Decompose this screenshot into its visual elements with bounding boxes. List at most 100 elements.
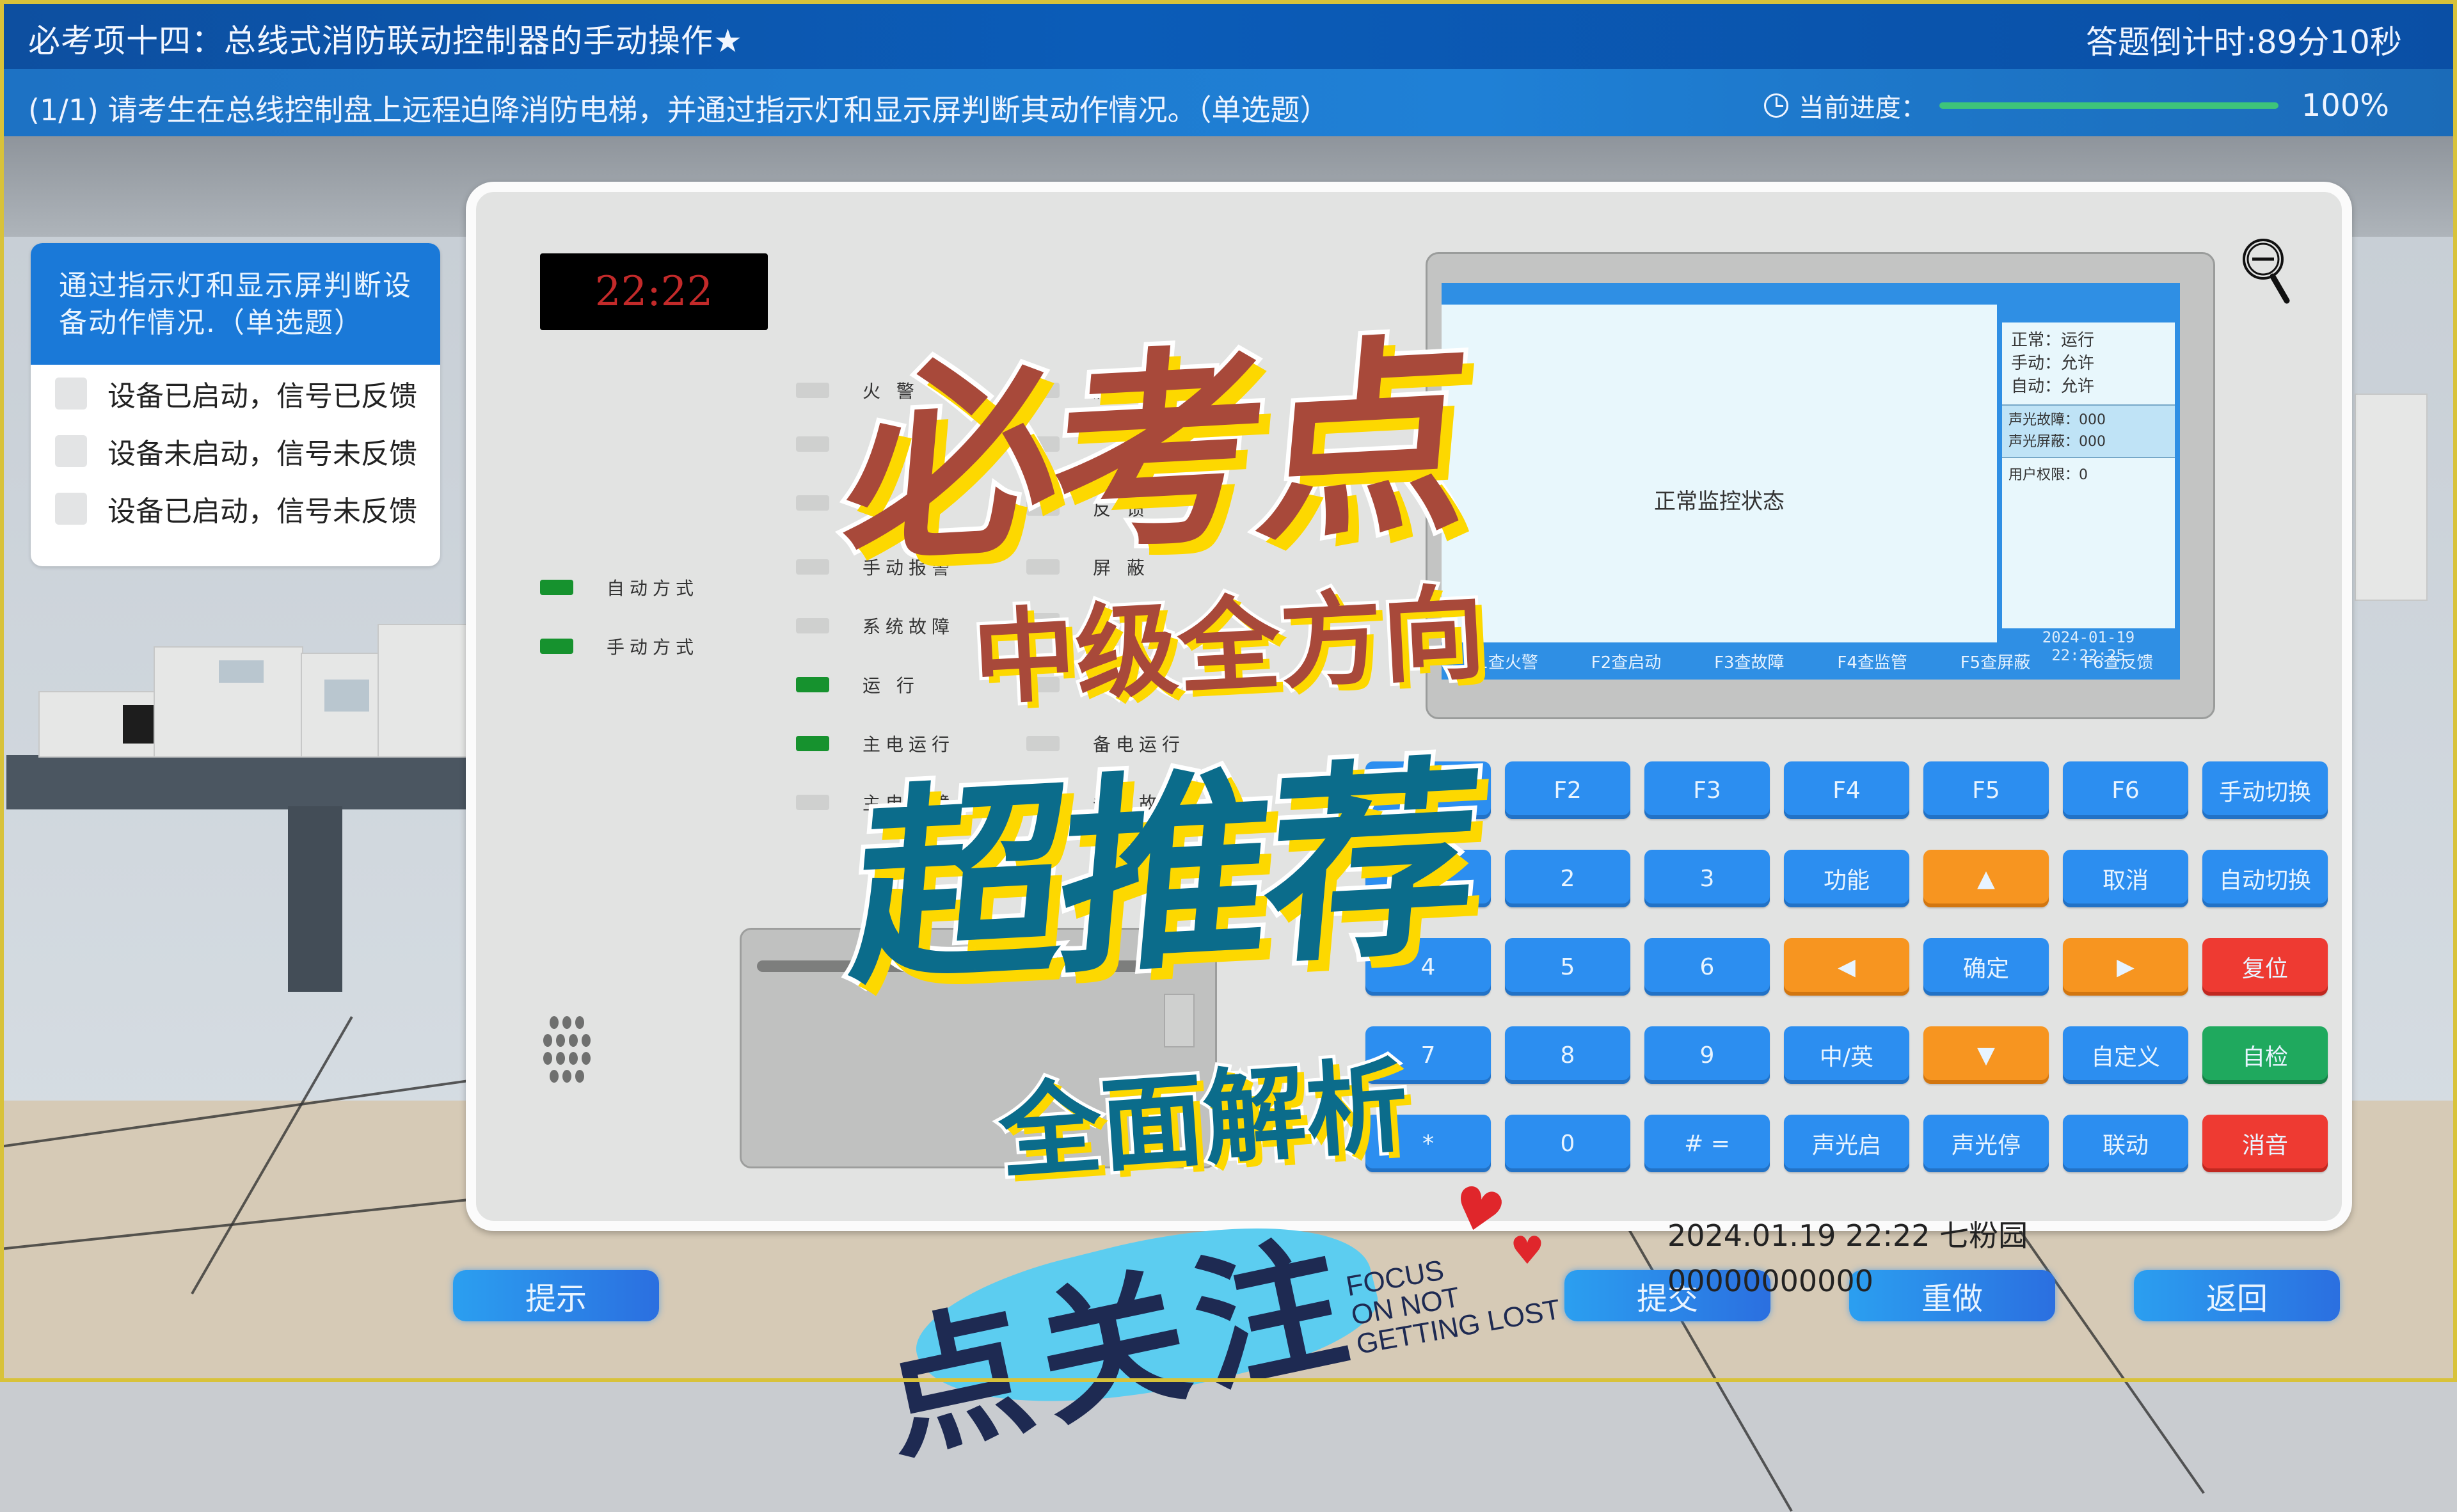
lcd-fkey-label: F6查反馈 (2083, 653, 2154, 672)
keypad: F1 F2 F3 F4 F5 F6 手动切换 1 2 3 功能 ▲ 取消 自动切换 4 5 6 ◀ 确定 ▶ 复位 7 8 9… (1365, 761, 2328, 1172)
indicator-manual-mode: 手动方式 (540, 633, 699, 659)
follow-sticker: 点关注 FOCUS ON NOT GETTING LOST ♥ ♥ (867, 1172, 1580, 1481)
equipment-cabinet (154, 646, 303, 758)
equipment-cabinet (2355, 394, 2428, 601)
led (796, 383, 829, 398)
overlay-headline: 必考点 (832, 310, 1481, 596)
countdown-timer: 答题倒计时:89分10秒 (2085, 24, 2402, 61)
indicator-panel.indicators_col1-4: 系统故障 (796, 613, 955, 639)
key-2-4[interactable]: 确定 (1923, 938, 2049, 996)
lcd-function-labels: F1查火警 F2查启动 F3查故障 F4查监管 F5查屏蔽 F6查反馈 (1442, 642, 2180, 680)
key-4-1[interactable]: 0 (1505, 1115, 1630, 1172)
option-label: 设备已启动，信号已反馈 (107, 380, 417, 413)
progress-bar (1939, 102, 2278, 109)
led (796, 677, 829, 692)
key-2-3[interactable]: ◀ (1784, 938, 1909, 996)
equipment-cabinet (38, 691, 169, 758)
key-2-6[interactable]: 复位 (2202, 938, 2328, 996)
key-2-1[interactable]: 5 (1505, 938, 1630, 996)
status-line: 自动：允许 (2011, 377, 2095, 396)
equipment-cabinet (378, 624, 470, 758)
led (540, 580, 573, 595)
question-card: 通过指示灯和显示屏判断设备动作情况.（单选题） 设备已启动，信号已反馈 设备未启… (31, 243, 440, 566)
option-label: 设备未启动，信号未反馈 (107, 438, 417, 470)
watermark-datetime: 2024.01.19 22:22 七粉园 (1667, 1218, 2028, 1253)
key-3-5[interactable]: 自定义 (2063, 1026, 2188, 1084)
led (796, 495, 829, 511)
shelf-leg (288, 806, 342, 992)
lcd-screen: 正常监控状态 正常：运行 手动：允许 自动：允许 声光故障：000 声光屏蔽：0… (1442, 283, 2180, 680)
led (796, 559, 829, 575)
lcd-display: 正常监控状态 正常：运行 手动：允许 自动：允许 声光故障：000 声光屏蔽：0… (1426, 252, 2215, 719)
status-message: 正常监控状态 (1654, 489, 1785, 514)
key-4-5[interactable]: 联动 (2063, 1115, 2188, 1172)
key-0-1[interactable]: F2 (1505, 761, 1630, 819)
counter-line: 声光屏蔽：000 (2008, 434, 2106, 450)
key-4-2[interactable]: # = (1644, 1115, 1770, 1172)
speaker-icon (543, 1016, 591, 1083)
key-2-2[interactable]: 6 (1644, 938, 1770, 996)
key-1-3[interactable]: 功能 (1784, 850, 1909, 907)
key-4-3[interactable]: 声光启 (1784, 1115, 1909, 1172)
checkbox[interactable] (55, 493, 87, 525)
question-text: (1/1) 请考生在总线控制盘上远程迫降消防电梯，并通过指示灯和显示屏判断其动作… (28, 93, 1330, 127)
redo-button[interactable]: 重做 (1849, 1270, 2055, 1321)
hint-button[interactable]: 提示 (453, 1270, 659, 1321)
lcd-fkey-label: F4查监管 (1837, 653, 1907, 672)
key-3-3[interactable]: 中/英 (1784, 1026, 1909, 1084)
overlay-headline-2: 超推荐 (839, 732, 1488, 1019)
back-button[interactable]: 返回 (2134, 1270, 2340, 1321)
lcd-fkey-label: F2查启动 (1591, 653, 1662, 672)
watermark-id: 00000000000 (1667, 1264, 1873, 1298)
option-label: 设备已启动，信号未反馈 (107, 495, 417, 528)
key-1-4[interactable]: ▲ (1923, 850, 2049, 907)
key-3-4[interactable]: ▼ (1923, 1026, 2049, 1084)
shelf (6, 755, 467, 809)
status-line: 正常：运行 (2011, 331, 2095, 350)
lcd-main-area: 正常监控状态 (1442, 305, 1997, 642)
key-1-6[interactable]: 自动切换 (2202, 850, 2328, 907)
key-1-5[interactable]: 取消 (2063, 850, 2188, 907)
user-permission: 用户权限：0 (2008, 467, 2088, 483)
key-0-4[interactable]: F5 (1923, 761, 2049, 819)
checkbox[interactable] (55, 378, 87, 410)
key-4-4[interactable]: 声光停 (1923, 1115, 2049, 1172)
led (796, 795, 829, 810)
key-1-2[interactable]: 3 (1644, 850, 1770, 907)
indicator-panel.indicators_col1-5: 运 行 (796, 672, 919, 697)
indicator-auto-mode: 自动方式 (540, 575, 699, 600)
key-3-6[interactable]: 自检 (2202, 1026, 2328, 1084)
key-0-5[interactable]: F6 (2063, 761, 2188, 819)
follow-text: 点关注 (866, 1214, 1372, 1482)
key-0-2[interactable]: F3 (1644, 761, 1770, 819)
checkbox[interactable] (55, 435, 87, 467)
progress-value: 100% (2301, 88, 2389, 123)
led (540, 639, 573, 654)
led (796, 436, 829, 452)
led (796, 736, 829, 751)
counter-line: 声光故障：000 (2008, 412, 2106, 428)
indicator-label: 系统故障 (863, 616, 955, 637)
question-prompt: 通过指示灯和显示屏判断设备动作情况.（单选题） (31, 243, 440, 365)
progress: 当前进度： 100% (1763, 87, 2389, 124)
key-4-6[interactable]: 消音 (2202, 1115, 2328, 1172)
key-0-3[interactable]: F4 (1784, 761, 1909, 819)
option-2[interactable]: 设备未启动，信号未反馈 (31, 422, 440, 480)
lcd-status-panel: 正常：运行 手动：允许 自动：允许 声光故障：000 声光屏蔽：000 用户权限… (2002, 322, 2175, 628)
clock-icon (1763, 93, 1788, 118)
key-3-1[interactable]: 8 (1505, 1026, 1630, 1084)
status-line: 手动：允许 (2011, 354, 2095, 373)
option-3[interactable]: 设备已启动，信号未反馈 (31, 480, 440, 537)
overlay-subtitle-2: 全面解析 (992, 1042, 1415, 1197)
question-bar: (1/1) 请考生在总线控制盘上远程迫降消防电梯，并通过指示灯和显示屏判断其动作… (4, 69, 2453, 136)
panel-clock: 22:22 (540, 253, 768, 330)
zoom-out-icon[interactable] (2241, 237, 2298, 307)
option-1[interactable]: 设备已启动，信号已反馈 (31, 365, 440, 422)
key-3-2[interactable]: 9 (1644, 1026, 1770, 1084)
key-0-6[interactable]: 手动切换 (2202, 761, 2328, 819)
lcd-fkey-label: F5查屏蔽 (1960, 653, 2031, 672)
key-2-5[interactable]: ▶ (2063, 938, 2188, 996)
key-1-1[interactable]: 2 (1505, 850, 1630, 907)
progress-label: 当前进度： (1798, 93, 1927, 123)
title-bar: 必考项十四：总线式消防联动控制器的手动操作★ 答题倒计时:89分10秒 (4, 4, 2453, 69)
